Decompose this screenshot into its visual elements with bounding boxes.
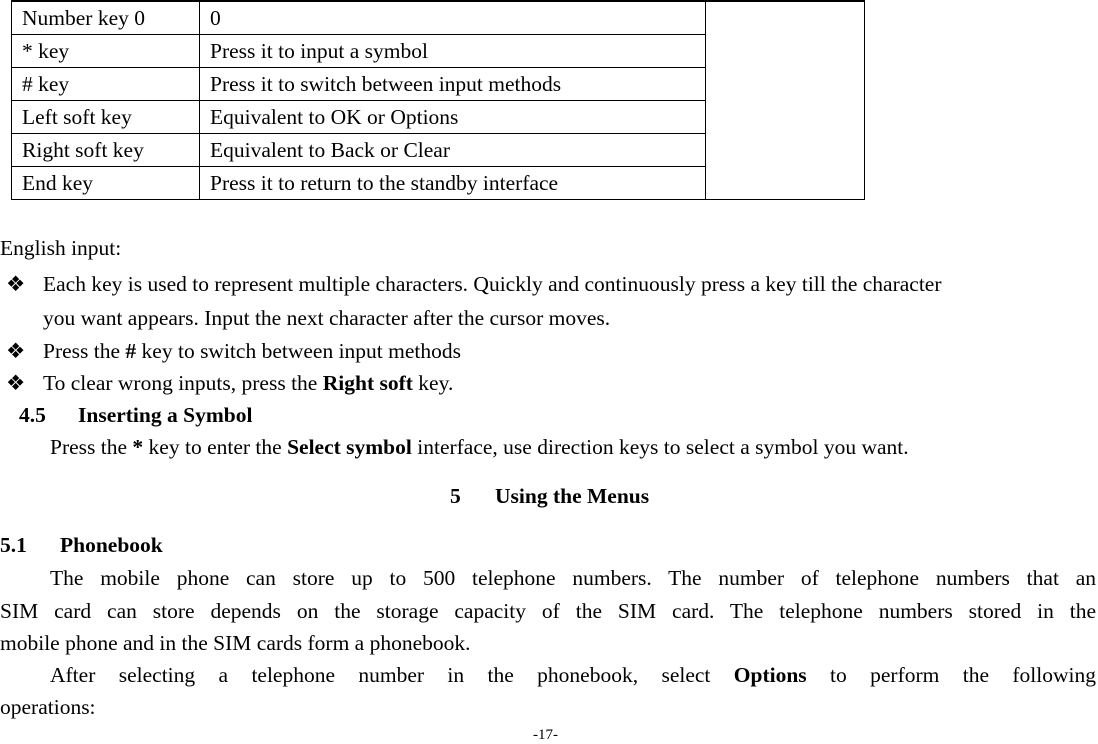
empty-merged-cell bbox=[705, 0, 865, 200]
function-cell: 0 bbox=[199, 0, 706, 35]
chapter-5-number: 5 bbox=[450, 484, 461, 508]
page-number: -17- bbox=[533, 727, 558, 743]
bullet-item-3: To clear wrong inputs, press the Right s… bbox=[43, 371, 454, 395]
section-5-1-number: 5.1 bbox=[0, 533, 27, 557]
key-cell: Number key 0 bbox=[11, 0, 200, 35]
bullet-item-1-line-1: Each key is used to represent multiple c… bbox=[43, 272, 942, 296]
phonebook-para-1-line-1: The mobile phone can store up to 500 tel… bbox=[50, 566, 1096, 590]
section-4-5-title: Inserting a Symbol bbox=[78, 403, 253, 427]
bullet-icon: ❖ bbox=[6, 339, 26, 363]
section-4-5-body: Press the * key to enter the Select symb… bbox=[50, 435, 909, 459]
table-row: Number key 0 0 bbox=[11, 0, 865, 200]
function-cell: Press it to switch between input methods bbox=[199, 67, 706, 101]
key-cell: End key bbox=[11, 166, 200, 200]
bullet-item-1-line-2: you want appears. Input the next charact… bbox=[43, 306, 611, 330]
key-function-table: Number key 0 0 * key Press it to input a… bbox=[11, 0, 865, 200]
phonebook-para-1-line-3: mobile phone and in the SIM cards form a… bbox=[0, 631, 471, 655]
bullet-icon: ❖ bbox=[6, 371, 26, 395]
function-cell: Press it to input a symbol bbox=[199, 34, 706, 68]
bullet-item-2: Press the # key to switch between input … bbox=[43, 339, 462, 363]
key-cell: Right soft key bbox=[11, 133, 200, 167]
english-input-label: English input: bbox=[0, 236, 122, 260]
phonebook-para-2-line-1: After selecting a telephone number in th… bbox=[50, 663, 1097, 687]
phonebook-para-2-line-2: operations: bbox=[0, 695, 96, 719]
key-cell: * key bbox=[11, 34, 200, 68]
phonebook-para-1-line-2: SIM card can store depends on the storag… bbox=[0, 599, 1096, 623]
chapter-5-title: Using the Menus bbox=[495, 484, 650, 508]
section-5-1-title: Phonebook bbox=[60, 533, 163, 557]
function-cell: Press it to return to the standby interf… bbox=[199, 166, 706, 200]
key-cell: Left soft key bbox=[11, 100, 200, 134]
bullet-icon: ❖ bbox=[6, 272, 26, 296]
function-cell: Equivalent to OK or Options bbox=[199, 100, 706, 134]
key-cell: # key bbox=[11, 67, 200, 101]
section-4-5-number: 4.5 bbox=[19, 403, 46, 427]
function-cell: Equivalent to Back or Clear bbox=[199, 133, 706, 167]
